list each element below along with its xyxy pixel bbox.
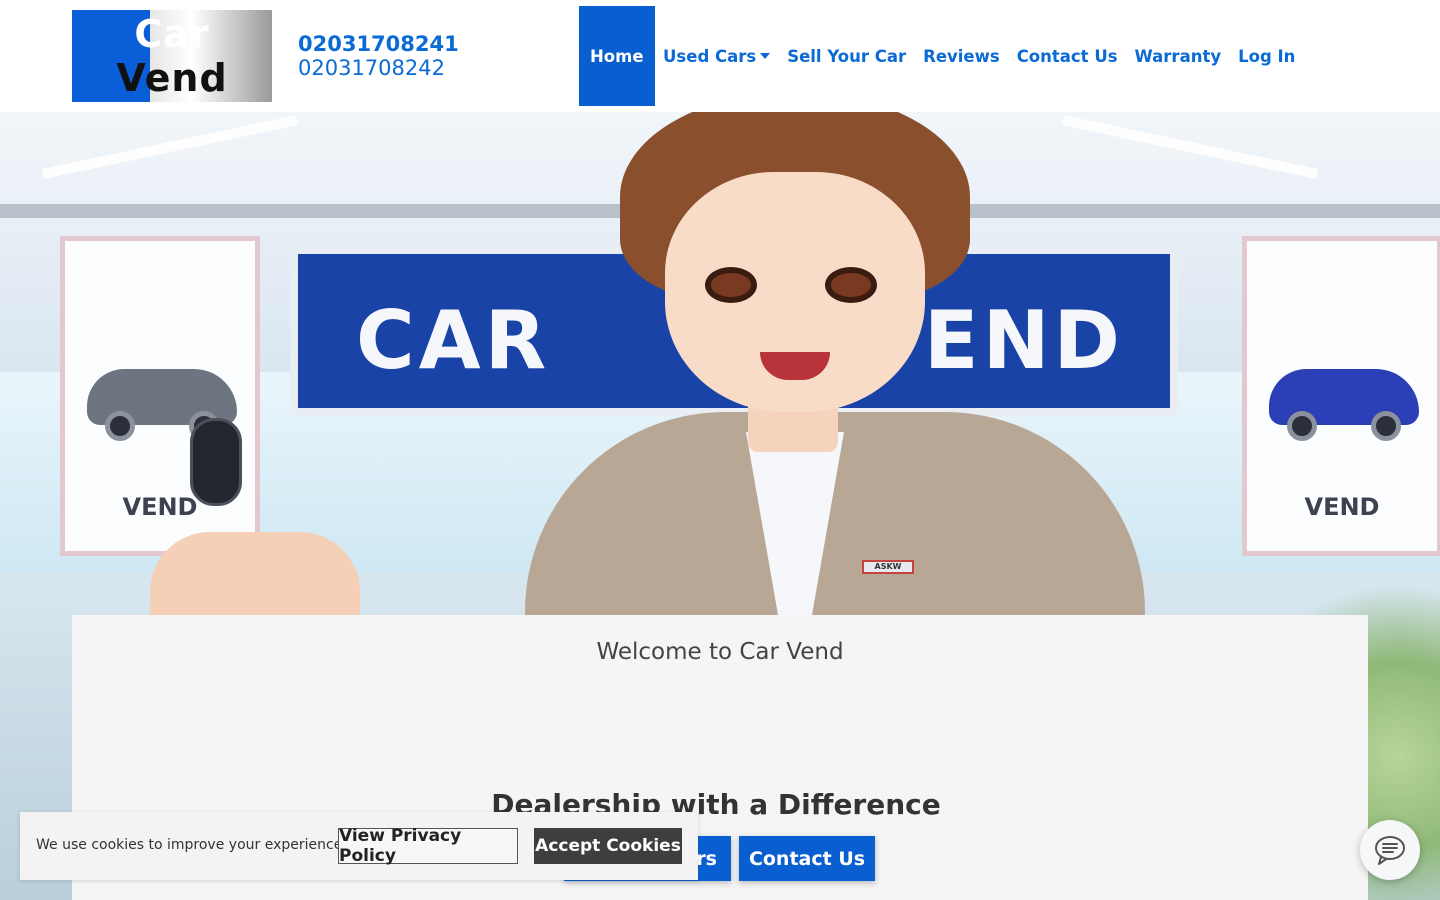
welcome-title: Welcome to Car Vend: [596, 639, 844, 665]
site-header: Car Vend 02031708241 02031708242 Home Us…: [0, 0, 1440, 112]
contact-us-button-label: Contact Us: [748, 847, 866, 870]
nav-sell-your-car-label: Sell Your Car: [787, 46, 907, 66]
view-privacy-policy-button[interactable]: View Privacy Policy: [338, 826, 518, 866]
chat-widget-button[interactable]: [1360, 820, 1420, 880]
car-wheel: [1287, 411, 1317, 441]
nav-sell-your-car[interactable]: Sell Your Car: [779, 6, 915, 106]
banner-left: VEND: [60, 236, 260, 556]
nav-contact-us-label: Contact Us: [1016, 46, 1118, 66]
nav-reviews[interactable]: Reviews: [915, 6, 1009, 106]
accept-button-label: Accept Cookies: [535, 836, 681, 856]
nav-warranty-label: Warranty: [1134, 46, 1222, 66]
privacy-button-label: View Privacy Policy: [339, 826, 462, 866]
banner-right: VEND: [1242, 236, 1440, 556]
hand-illustration: [150, 532, 360, 622]
nav-log-in-label: Log In: [1238, 46, 1296, 66]
nav-warranty[interactable]: Warranty: [1126, 6, 1230, 106]
contact-us-button[interactable]: Contact Us: [739, 836, 875, 881]
eye-left: [705, 267, 757, 303]
name-badge: ASKW: [862, 560, 914, 574]
logo-word-car: Car: [134, 12, 210, 56]
car-wheel: [105, 411, 135, 441]
nav-used-cars-label: Used Cars: [663, 46, 757, 66]
nav-used-cars[interactable]: Used Cars: [655, 6, 779, 106]
nav-home-label: Home: [590, 46, 644, 66]
nav-log-in[interactable]: Log In: [1230, 6, 1304, 106]
view-cars-button-label: rs: [696, 847, 717, 870]
nav-contact-us[interactable]: Contact Us: [1008, 6, 1126, 106]
phone-primary-link[interactable]: 02031708241: [298, 32, 459, 56]
car-key-icon: [190, 418, 242, 506]
phone-numbers: 02031708241 02031708242: [298, 32, 459, 80]
nav-reviews-label: Reviews: [923, 46, 1000, 66]
sign-text-car: CAR: [356, 294, 551, 387]
cookie-message: We use cookies to improve your experienc…: [36, 837, 347, 853]
phone-secondary-link[interactable]: 02031708242: [298, 56, 459, 80]
eye-right: [825, 267, 877, 303]
cookie-banner: We use cookies to improve your experienc…: [20, 812, 698, 880]
banner-right-label: VEND: [1304, 493, 1380, 521]
logo-word-vend: Vend: [116, 56, 228, 100]
caret-down-icon: [760, 53, 771, 59]
car-wheel: [1371, 411, 1401, 441]
accept-cookies-button[interactable]: Accept Cookies: [534, 828, 682, 864]
name-badge-text: ASKW: [874, 562, 902, 571]
nav-home[interactable]: Home: [579, 6, 655, 106]
chat-bubble-icon: [1375, 836, 1405, 865]
logo-text: Car Vend: [72, 12, 272, 100]
ceiling-light: [41, 115, 299, 179]
salesman-illustration: ASKW: [525, 112, 1145, 672]
main-nav: Home Used Cars Sell Your Car Reviews Con…: [579, 6, 1304, 106]
carvend-logo[interactable]: Car Vend: [72, 10, 272, 102]
